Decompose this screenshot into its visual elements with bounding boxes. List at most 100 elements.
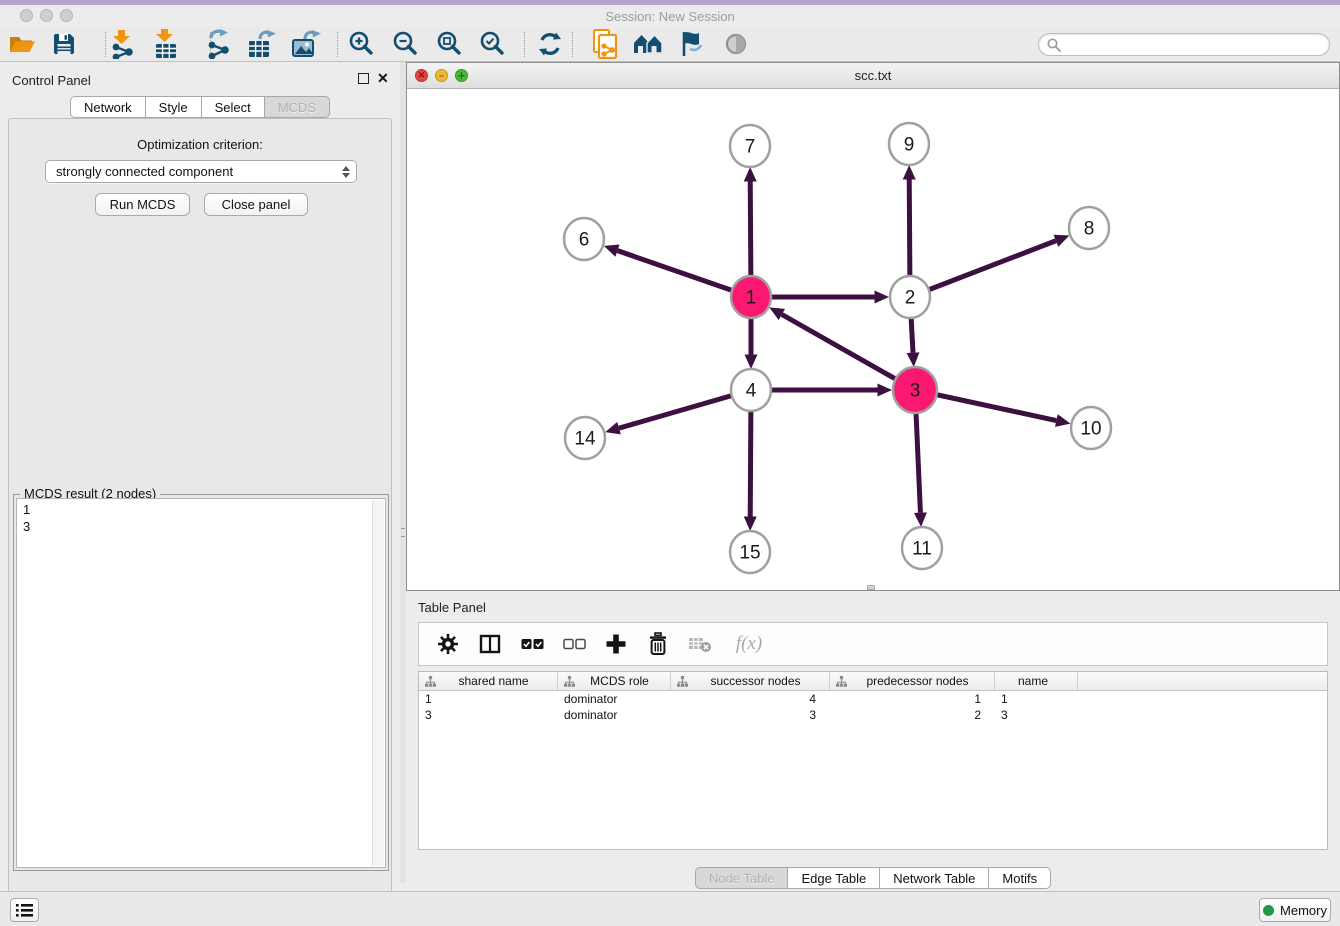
application-window: Session: New Session bbox=[0, 0, 1340, 926]
mcds-tab-content: Optimization criterion: strongly connect… bbox=[8, 118, 392, 926]
result-line: 1 bbox=[23, 501, 379, 518]
search-icon bbox=[1047, 38, 1061, 52]
cell-predecessor-nodes[interactable]: 2 bbox=[830, 707, 995, 723]
apply-layout-button[interactable] bbox=[631, 29, 665, 59]
export-table-button[interactable] bbox=[245, 29, 279, 59]
toolbar-separator bbox=[337, 32, 338, 57]
column-header-name[interactable]: name bbox=[995, 672, 1078, 690]
cell-successor-nodes[interactable]: 4 bbox=[671, 691, 830, 707]
graph-node-label: 7 bbox=[745, 137, 756, 158]
tab-network-table[interactable]: Network Table bbox=[880, 867, 989, 889]
tab-style[interactable]: Style bbox=[146, 96, 202, 118]
import-table-button[interactable] bbox=[149, 29, 183, 59]
zoom-selected-button[interactable] bbox=[476, 29, 510, 59]
houses-icon bbox=[632, 32, 664, 56]
search-input[interactable] bbox=[1065, 37, 1315, 52]
splitter-grip[interactable] bbox=[401, 528, 405, 537]
table-settings-button[interactable] bbox=[433, 628, 463, 660]
column-type-icon bbox=[836, 676, 847, 687]
result-line: 3 bbox=[23, 518, 379, 535]
tab-select[interactable]: Select bbox=[202, 96, 265, 118]
deselect-all-columns-button[interactable] bbox=[559, 628, 589, 660]
column-type-icon bbox=[564, 676, 575, 687]
tab-mcds[interactable]: MCDS bbox=[265, 96, 330, 118]
zoom-in-button[interactable] bbox=[345, 29, 379, 59]
table-row[interactable]: 1 dominator 4 1 1 bbox=[419, 691, 1327, 707]
export-network-button[interactable] bbox=[202, 29, 236, 59]
column-header-predecessor-nodes[interactable]: predecessor nodes bbox=[830, 672, 995, 690]
checked-boxes-icon bbox=[521, 638, 544, 650]
graph-node-label: 10 bbox=[1080, 419, 1101, 440]
column-header-mcds-role[interactable]: MCDS role bbox=[558, 672, 671, 690]
tab-node-table[interactable]: Node Table bbox=[695, 867, 789, 889]
columns-icon bbox=[479, 634, 501, 654]
cell-predecessor-nodes[interactable]: 1 bbox=[830, 691, 995, 707]
tab-motifs[interactable]: Motifs bbox=[989, 867, 1051, 889]
import-network-icon bbox=[108, 29, 138, 59]
criterion-dropdown[interactable]: strongly connected component bbox=[45, 160, 357, 183]
tab-edge-table[interactable]: Edge Table bbox=[788, 867, 880, 889]
float-panel-icon[interactable] bbox=[358, 73, 369, 84]
cell-name[interactable]: 3 bbox=[995, 707, 1078, 723]
graph-node-label: 6 bbox=[579, 230, 590, 251]
open-file-button[interactable] bbox=[5, 29, 39, 59]
close-panel-icon[interactable]: ✕ bbox=[377, 73, 389, 84]
cell-mcds-role[interactable]: dominator bbox=[558, 707, 671, 723]
cell-successor-nodes[interactable]: 3 bbox=[671, 707, 830, 723]
criterion-dropdown-value: strongly connected component bbox=[56, 164, 233, 179]
close-panel-button[interactable]: Close panel bbox=[204, 193, 308, 216]
window-title: Session: New Session bbox=[0, 9, 1340, 24]
control-panel-tabs: Network Style Select MCDS bbox=[0, 96, 400, 119]
control-panel: Control Panel ✕ Network Style Select MCD… bbox=[0, 62, 400, 883]
clone-network-button[interactable] bbox=[588, 29, 622, 59]
zoom-selected-icon bbox=[480, 31, 506, 57]
result-scrollbar[interactable] bbox=[372, 500, 384, 866]
export-image-button[interactable] bbox=[289, 29, 323, 59]
open-folder-icon bbox=[8, 32, 36, 56]
column-header-shared-name[interactable]: shared name bbox=[419, 672, 558, 690]
column-type-icon bbox=[677, 676, 688, 687]
zoom-in-icon bbox=[349, 31, 375, 57]
zoom-fit-button[interactable] bbox=[433, 29, 467, 59]
cell-name[interactable]: 1 bbox=[995, 691, 1078, 707]
search-field[interactable] bbox=[1038, 33, 1330, 56]
cell-mcds-role[interactable]: dominator bbox=[558, 691, 671, 707]
cell-shared-name[interactable]: 3 bbox=[419, 707, 558, 723]
column-header-successor-nodes[interactable]: successor nodes bbox=[671, 672, 830, 690]
graph-node-label: 1 bbox=[746, 288, 757, 309]
network-canvas[interactable]: 7968124314101511 bbox=[407, 89, 1339, 590]
delete-column-button[interactable] bbox=[643, 628, 673, 660]
add-column-button[interactable] bbox=[601, 628, 631, 660]
graph-edge-2-8[interactable] bbox=[910, 241, 1056, 297]
zoom-out-button[interactable] bbox=[389, 29, 423, 59]
table-panel-tabs: Node Table Edge Table Network Table Moti… bbox=[406, 867, 1340, 889]
column-layout-button[interactable] bbox=[475, 628, 505, 660]
dropdown-updown-icon bbox=[342, 166, 350, 178]
plus-icon bbox=[605, 633, 627, 655]
tab-network[interactable]: Network bbox=[70, 96, 146, 118]
select-all-columns-button[interactable] bbox=[517, 628, 547, 660]
canvas-splitter-grip[interactable] bbox=[867, 585, 875, 590]
node-table: shared name MCDS role successor nodes pr… bbox=[418, 671, 1328, 850]
save-session-button[interactable] bbox=[47, 29, 81, 59]
optimization-criterion-label: Optimization criterion: bbox=[9, 137, 391, 152]
export-network-icon bbox=[204, 29, 234, 59]
memory-label: Memory bbox=[1280, 903, 1327, 918]
mcds-result-text[interactable]: 1 3 bbox=[16, 498, 386, 868]
network-window-titlebar[interactable]: ✕ − ＋ scc.txt bbox=[407, 63, 1339, 89]
graph-node-label: 2 bbox=[905, 288, 916, 309]
refresh-view-button[interactable] bbox=[533, 29, 567, 59]
task-history-button[interactable] bbox=[10, 898, 39, 922]
graph-node-label: 11 bbox=[912, 539, 932, 560]
table-row[interactable]: 3 dominator 3 2 3 bbox=[419, 707, 1327, 723]
memory-button[interactable]: Memory bbox=[1259, 898, 1331, 922]
show-hide-button[interactable] bbox=[719, 29, 753, 59]
style-preview-button[interactable] bbox=[674, 29, 708, 59]
gear-icon bbox=[438, 634, 458, 654]
cell-shared-name[interactable]: 1 bbox=[419, 691, 558, 707]
clone-network-icon bbox=[591, 29, 619, 59]
memory-status-icon bbox=[1263, 905, 1274, 916]
run-mcds-button[interactable]: Run MCDS bbox=[95, 193, 190, 216]
import-network-button[interactable] bbox=[106, 29, 140, 59]
graph-node-label: 4 bbox=[746, 381, 757, 402]
